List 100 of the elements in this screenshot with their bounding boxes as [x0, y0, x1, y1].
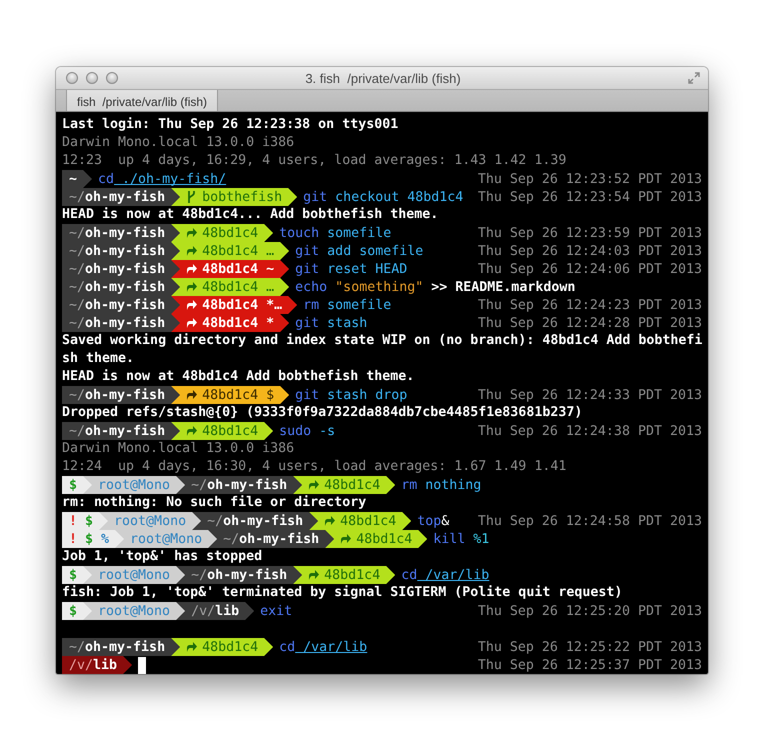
command-text: cd /var/lib: [401, 568, 490, 582]
status-mark: $: [69, 568, 78, 582]
segment-label: root@Mono: [98, 478, 170, 492]
segment-label: ~/oh-my-fish: [69, 226, 166, 240]
segment-label: ~/oh-my-fish: [69, 280, 166, 294]
segment-label: 48bd1c4 *: [202, 316, 274, 330]
arrow-icon: [186, 389, 198, 401]
status-mark: !: [69, 532, 78, 546]
timestamp: Thu Sep 26 12:24:03 PDT 2013: [478, 244, 702, 258]
timestamp: Thu Sep 26 12:23:59 PDT 2013: [478, 226, 702, 240]
timestamp: Thu Sep 26 12:23:52 PDT 2013: [478, 172, 702, 186]
command-text: git checkout 48bd1c4: [303, 190, 464, 204]
command-text: rm somefile: [303, 298, 392, 312]
arrow-icon: [308, 479, 320, 491]
arrow-icon: [186, 281, 198, 293]
timestamp: Thu Sep 26 12:24:06 PDT 2013: [478, 262, 702, 276]
segment-label: ~/oh-my-fish: [223, 532, 320, 546]
status-mark: $: [69, 604, 78, 618]
arrow-icon: [186, 641, 198, 653]
segment-label: root@Mono: [98, 604, 170, 618]
tab[interactable]: fish /private/var/lib (fish): [66, 90, 218, 111]
timestamp: Thu Sep 26 12:24:33 PDT 2013: [478, 388, 702, 402]
fullscreen-icon[interactable]: [688, 72, 700, 84]
branch-icon: [186, 191, 198, 203]
timestamp: Thu Sep 26 12:24:28 PDT 2013: [478, 316, 702, 330]
segment-label: 48bd1c4: [340, 514, 396, 528]
arrow-icon: [186, 425, 198, 437]
command-text: top&: [417, 514, 450, 528]
output-text: Job 1, 'top&' has stopped: [62, 548, 262, 566]
output-text: Dropped refs/stash@{0} (9333f0f9a7322da884db7cbe4485f1e83681b237): [62, 404, 582, 422]
segment-label: 48bd1c4 …: [202, 280, 274, 294]
output-text: Darwin Mono.local 13.0.0 i386: [62, 440, 294, 458]
timestamp: Thu Sep 26 12:24:23 PDT 2013: [478, 298, 702, 312]
segment-label: ~: [69, 172, 78, 186]
segment-label: 48bd1c4 $: [202, 388, 274, 402]
timestamp: Thu Sep 26 12:24:58 PDT 2013: [478, 514, 702, 528]
segment-label: ~/oh-my-fish: [69, 190, 166, 204]
output-text: HEAD is now at 48bd1c4... Add bobthefish theme.: [62, 206, 438, 224]
segment-label: /v/lib: [69, 658, 118, 672]
segment-label: 48bd1c4 *…: [202, 298, 282, 312]
segment-label: 48bd1c4 ~: [202, 262, 274, 276]
arrow-icon: [186, 299, 198, 311]
status-mark: %: [101, 532, 110, 546]
output-text: HEAD is now at 48bd1c4 Add bobthefish theme.: [62, 368, 414, 386]
command-text: echo "something" >> README.markdown: [295, 280, 576, 294]
command-text: rm nothing: [401, 478, 482, 492]
timestamp: Thu Sep 26 12:23:54 PDT 2013: [478, 190, 702, 204]
timestamp: Thu Sep 26 12:24:38 PDT 2013: [478, 424, 702, 438]
status-mark: $: [69, 478, 78, 492]
command-text: git reset HEAD: [295, 262, 408, 276]
arrow-icon: [186, 263, 198, 275]
segment-label: ~/oh-my-fish: [69, 244, 166, 258]
segment-label: ~/oh-my-fish: [69, 262, 166, 276]
output-text: Darwin Mono.local 13.0.0 i386: [62, 134, 294, 152]
status-mark: $: [85, 532, 94, 546]
segment-label: root@Mono: [98, 568, 170, 582]
output-text: rm: nothing: No such file or directory: [62, 494, 366, 512]
output-text: Last login: Thu Sep 26 12:23:38 on ttys001: [62, 116, 398, 134]
output-text: 12:23 up 4 days, 16:29, 4 users, load averages: 1.43 1.42 1.39: [62, 152, 566, 170]
arrow-icon: [308, 569, 320, 581]
timestamp: Thu Sep 26 12:25:22 PDT 2013: [478, 640, 702, 654]
minimize-button[interactable]: [86, 72, 98, 84]
timestamp: Thu Sep 26 12:25:37 PDT 2013: [478, 658, 702, 672]
command-text: touch somefile: [279, 226, 392, 240]
segment-label: ~/oh-my-fish: [69, 316, 166, 330]
segment-label: 48bd1c4: [202, 640, 258, 654]
arrow-icon: [186, 317, 198, 329]
output-text: Saved working directory and index state WIP on (no branch): 48bd1c4 Add bobthefi: [62, 332, 702, 350]
zoom-button[interactable]: [106, 72, 118, 84]
status-mark: !: [69, 514, 78, 528]
command-text: kill %1: [433, 532, 490, 546]
segment-label: ~/oh-my-fish: [69, 424, 166, 438]
segment-label: ~/oh-my-fish: [191, 568, 288, 582]
output-text: 12:24 up 4 days, 16:30, 4 users, load averages: 1.67 1.49 1.41: [62, 458, 566, 476]
command-text: sudo -s: [279, 424, 336, 438]
command-text: cd ./oh-my-fish/: [98, 172, 226, 186]
segment-label: ~/oh-my-fish: [69, 298, 166, 312]
command-text: git stash drop: [295, 388, 408, 402]
status-mark: $: [85, 514, 94, 528]
segment-label: 48bd1c4: [202, 424, 258, 438]
command-text: exit: [260, 604, 292, 618]
arrow-icon: [340, 533, 352, 545]
segment-label: ~/oh-my-fish: [191, 478, 288, 492]
output-text: fish: Job 1, 'top&' terminated by signal SIGTERM (Polite quit request): [62, 584, 622, 602]
segment-label: 48bd1c4: [356, 532, 412, 546]
output-text: sh theme.: [62, 350, 134, 368]
segment-label: 48bd1c4 …: [202, 244, 274, 258]
window-title: 3. fish /private/var/lib (fish): [304, 70, 462, 86]
arrow-icon: [324, 515, 336, 527]
segment-label: ~/oh-my-fish: [69, 640, 166, 654]
segment-label: root@Mono: [130, 532, 202, 546]
arrow-icon: [186, 245, 198, 257]
segment-label: 48bd1c4: [324, 568, 380, 582]
segment-label: /v/lib: [191, 604, 240, 618]
close-button[interactable]: [66, 72, 78, 84]
arrow-icon: [186, 227, 198, 239]
segment-label: bobthefish: [202, 190, 282, 204]
command-text: git stash: [295, 316, 368, 330]
command-text: cd /var/lib: [279, 640, 368, 654]
timestamp: Thu Sep 26 12:25:20 PDT 2013: [478, 604, 702, 618]
